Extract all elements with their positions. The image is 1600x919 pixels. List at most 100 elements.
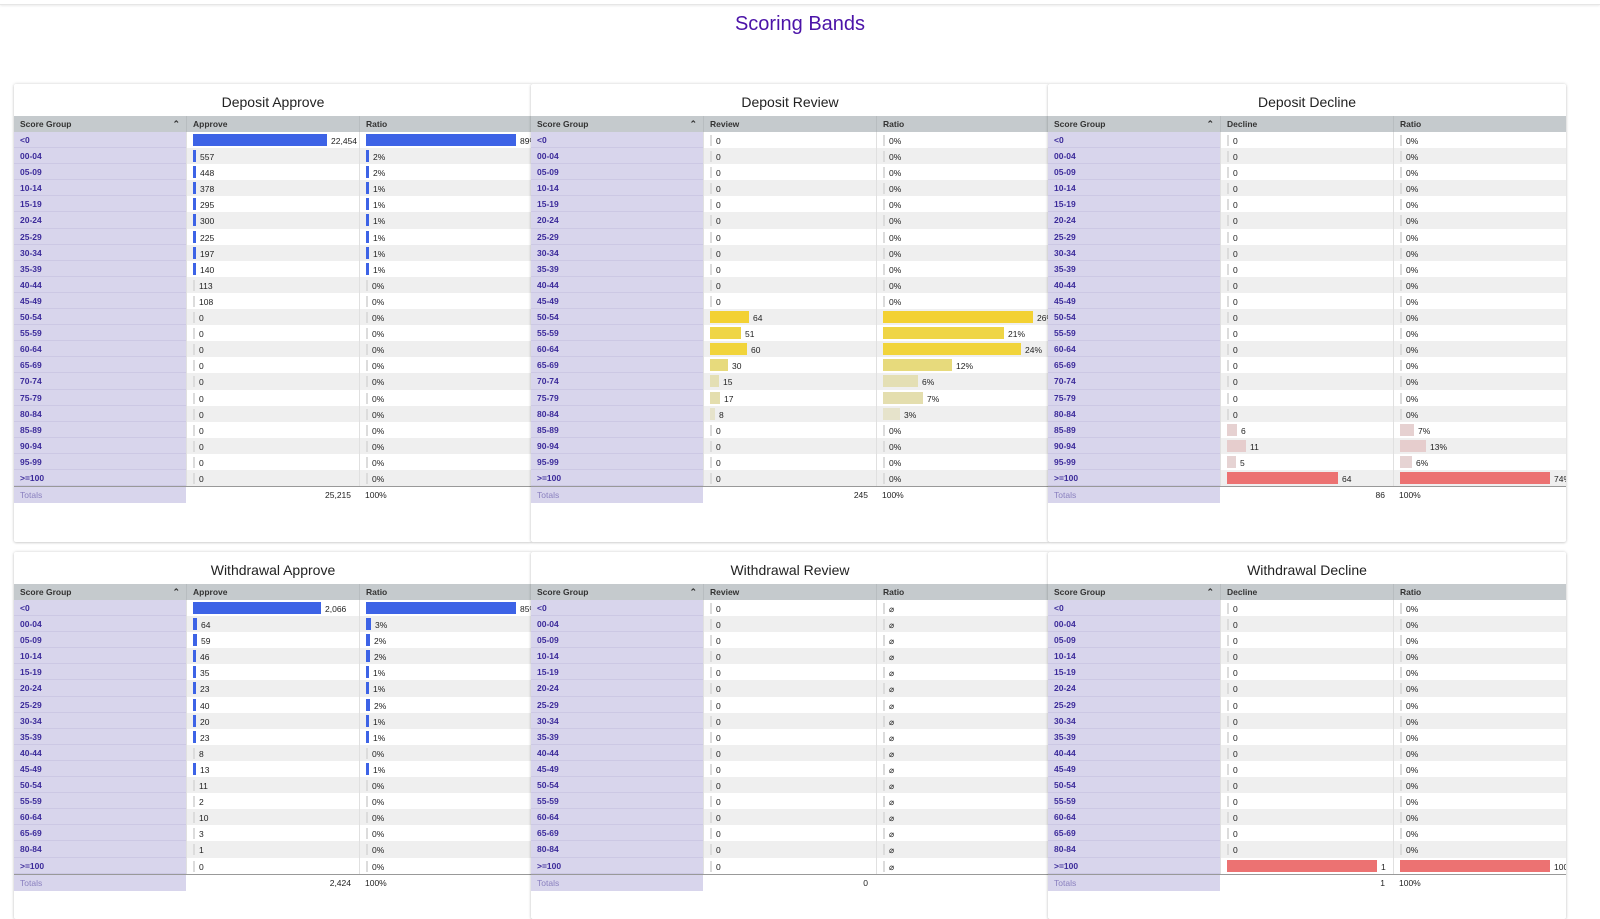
value-cell: 3 (186, 825, 359, 842)
ratio-cell: 0% (359, 276, 532, 293)
score-group-cell: 45-49 (14, 292, 186, 310)
table-header: Score Group ⌃ Decline Ratio (1048, 584, 1566, 600)
header-ratio[interactable]: Ratio (359, 116, 532, 132)
header-value[interactable]: Approve (186, 116, 359, 132)
score-group-cell: >=100 (531, 469, 703, 487)
ratio-cell: 1% (359, 260, 532, 277)
chevron-up-icon[interactable]: ⌃ (689, 116, 697, 132)
value-tick (1227, 651, 1229, 663)
value-tick (710, 860, 712, 872)
panel-title: Deposit Review (741, 94, 839, 110)
table-row: 30-34 0 0% (1048, 712, 1566, 729)
ratio-cell: 0% (359, 744, 532, 761)
table-row: 00-04 0 ⌀ (531, 616, 1049, 633)
ratio-bar (1400, 859, 1550, 872)
table-row: 15-19 0 0% (531, 196, 1049, 213)
header-value[interactable]: Decline (1220, 116, 1393, 132)
ratio-tick (883, 796, 885, 808)
header-value[interactable]: Approve (186, 584, 359, 600)
value-tick (1227, 167, 1229, 179)
score-group-cell: 90-94 (531, 437, 703, 454)
value-tick (710, 619, 712, 631)
ratio-tick (1400, 651, 1402, 663)
table-body: <0 0 0% 00-04 0 0% 05-09 0 0% 10-14 0 0% 15-19 0 0% 20-… (1048, 600, 1566, 874)
value-tick (1227, 667, 1229, 679)
ratio-tick (883, 135, 885, 146)
header-value[interactable]: Review (703, 116, 876, 132)
value-cell: 0 (1220, 744, 1393, 761)
chevron-up-icon[interactable]: ⌃ (1206, 584, 1214, 600)
table-row: 65-69 30 12% (531, 357, 1049, 374)
header-score-group[interactable]: Score Group ⌃ (531, 116, 703, 132)
ratio-tick (883, 183, 885, 195)
value-tick (710, 167, 712, 179)
ratio-tick (883, 828, 885, 840)
value-tick (710, 635, 712, 647)
value-cell: 8 (703, 405, 876, 422)
header-ratio[interactable]: Ratio (1393, 584, 1566, 600)
ratio-cell: 1% (359, 244, 532, 261)
table-row: 80-84 0 0% (14, 405, 532, 422)
ratio-cell: 0% (1393, 696, 1566, 713)
ratio-tick (366, 279, 368, 291)
chevron-up-icon[interactable]: ⌃ (689, 584, 697, 600)
value-cell: 0 (703, 825, 876, 842)
value-cell: 0 (1220, 648, 1393, 665)
value-bar (193, 166, 196, 179)
score-group-cell: 00-04 (14, 148, 186, 165)
header-ratio[interactable]: Ratio (876, 116, 1049, 132)
header-score-group[interactable]: Score Group ⌃ (14, 584, 186, 600)
ratio-cell: 0% (1393, 148, 1566, 165)
ratio-text: ⌀ (889, 861, 895, 872)
header-value[interactable]: Review (703, 584, 876, 600)
header-score-group[interactable]: Score Group ⌃ (531, 584, 703, 600)
table-row: 20-24 23 1% (14, 680, 532, 697)
ratio-cell: 0% (359, 825, 532, 842)
header-value[interactable]: Decline (1220, 584, 1393, 600)
score-group-cell: 60-64 (14, 341, 186, 358)
table-row: 00-04 0 0% (1048, 148, 1566, 165)
ratio-cell: 0% (876, 180, 1049, 197)
header-score-group[interactable]: Score Group ⌃ (14, 116, 186, 132)
ratio-tick (1400, 844, 1402, 856)
ratio-cell: 0% (1393, 357, 1566, 374)
value-cell: 0 (1220, 680, 1393, 697)
header-score-group[interactable]: Score Group ⌃ (1048, 584, 1220, 600)
value-tick (1227, 183, 1229, 195)
table-row: >=100 64 74% (1048, 469, 1566, 487)
ratio-cell: ⌀ (876, 664, 1049, 681)
value-cell: 1 (1220, 857, 1393, 874)
value-cell: 0 (703, 421, 876, 438)
value-cell: 0 (1220, 276, 1393, 293)
ratio-cell: 12% (876, 357, 1049, 374)
value-cell: 295 (186, 196, 359, 213)
value-tick (1227, 747, 1229, 759)
header-ratio[interactable]: Ratio (1393, 116, 1566, 132)
value-tick (710, 151, 712, 163)
header-score-group[interactable]: Score Group ⌃ (1048, 116, 1220, 132)
chevron-up-icon[interactable]: ⌃ (172, 116, 180, 132)
chevron-up-icon[interactable]: ⌃ (172, 584, 180, 600)
header-score-group-label: Score Group (537, 119, 589, 129)
header-ratio[interactable]: Ratio (876, 584, 1049, 600)
value-cell: 140 (186, 260, 359, 277)
score-group-cell: 95-99 (14, 453, 186, 470)
chevron-up-icon[interactable]: ⌃ (1206, 116, 1214, 132)
ratio-tick (883, 731, 885, 743)
score-group-cell: 30-34 (14, 244, 186, 261)
table-row: 60-64 0 0% (1048, 809, 1566, 826)
ratio-tick (366, 392, 368, 404)
table-row: 30-34 0 ⌀ (531, 712, 1049, 729)
value-bar (193, 182, 196, 195)
ratio-cell: 0% (1393, 680, 1566, 697)
ratio-cell: 0% (359, 857, 532, 874)
ratio-cell: 3% (359, 616, 532, 633)
value-cell: 0 (1220, 696, 1393, 713)
ratio-tick (1400, 828, 1402, 840)
value-cell: 22,454 (186, 132, 359, 149)
header-ratio[interactable]: Ratio (359, 584, 532, 600)
value-tick (193, 328, 195, 340)
ratio-bar (366, 682, 369, 695)
ratio-cell: 89% (359, 132, 532, 149)
score-group-cell: 10-14 (14, 180, 186, 197)
